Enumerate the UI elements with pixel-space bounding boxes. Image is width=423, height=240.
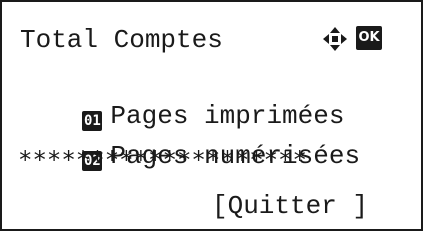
menu-item-printed-pages[interactable]: 01 Pages imprimées <box>20 62 344 131</box>
exit-button[interactable]: [Quitter ] <box>212 188 368 224</box>
operation-panel-display: Total Comptes OK 01 Pages imprimées 02 Pag… <box>0 0 423 231</box>
star-separator-row: ******************** <box>18 146 307 174</box>
screen-title: Total Comptes <box>20 25 223 55</box>
menu-item-scanned-pages[interactable]: 02 Pages numérisées <box>20 102 360 171</box>
ok-key-icon[interactable]: OK <box>356 26 382 50</box>
four-way-navigation-icon <box>322 26 348 52</box>
